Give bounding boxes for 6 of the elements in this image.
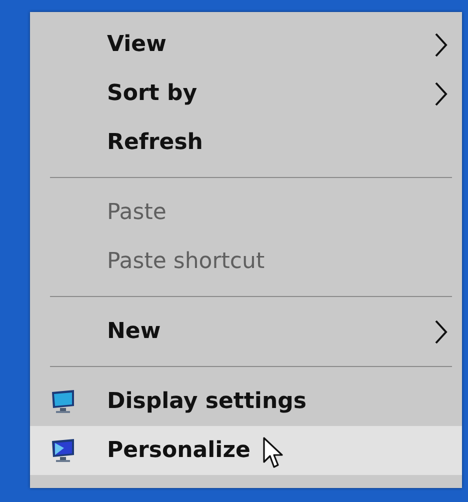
- menu-item[interactable]: New: [30, 307, 462, 356]
- menu-item[interactable]: Sort by: [30, 69, 462, 118]
- menu-item[interactable]: Display settings: [30, 377, 462, 426]
- menu-item[interactable]: Personalize: [30, 426, 462, 475]
- menu-item[interactable]: View: [30, 20, 462, 69]
- menu-item[interactable]: Refresh: [30, 118, 462, 167]
